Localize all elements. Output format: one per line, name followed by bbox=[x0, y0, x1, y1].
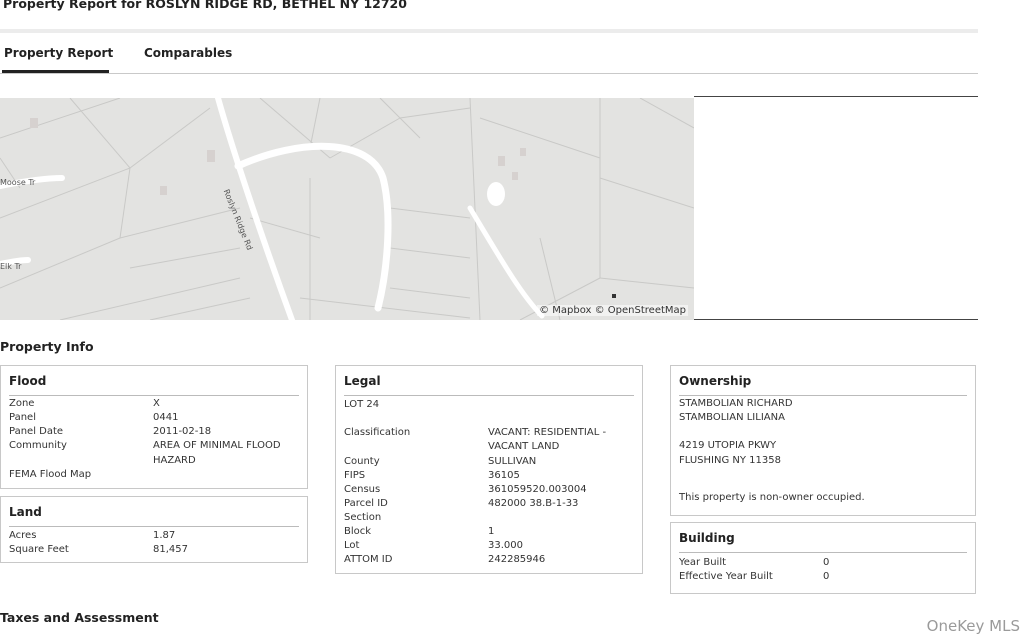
flood-zone-label: Zone bbox=[9, 398, 35, 409]
building-card: Building Year Built 0 Effective Year Bui… bbox=[670, 522, 976, 594]
tab-comparables[interactable]: Comparables bbox=[144, 46, 232, 60]
eff-year-built-label: Effective Year Built bbox=[679, 571, 773, 582]
legal-county-value: SULLIVAN bbox=[488, 456, 537, 467]
year-built-label: Year Built bbox=[679, 557, 727, 568]
legal-title: Legal bbox=[344, 374, 381, 388]
taxes-heading: Taxes and Assessment bbox=[0, 610, 159, 625]
owner-address-line1: 4219 UTOPIA PKWY bbox=[679, 440, 777, 451]
legal-census-label: Census bbox=[344, 484, 381, 495]
legal-block-value: 1 bbox=[488, 526, 495, 537]
legal-lot-value: 33.000 bbox=[488, 540, 523, 551]
legal-classification-label: Classification bbox=[344, 427, 411, 438]
building-title: Building bbox=[679, 531, 735, 545]
flood-card: Flood Zone X Panel 0441 Panel Date 2011-… bbox=[0, 365, 308, 489]
map-graphic bbox=[0, 98, 694, 320]
property-info-heading: Property Info bbox=[0, 339, 94, 354]
ownership-card: Ownership STAMBOLIAN RICHARD STAMBOLIAN … bbox=[670, 365, 976, 516]
legal-classification-value-line1: VACANT: RESIDENTIAL - bbox=[488, 427, 607, 438]
map-top-rule bbox=[694, 96, 978, 97]
legal-title-rule bbox=[344, 395, 634, 396]
legal-lot-label: Lot bbox=[344, 540, 360, 551]
legal-block-label: Block bbox=[344, 526, 372, 537]
owner-address-line2: FLUSHING NY 11358 bbox=[679, 455, 781, 466]
legal-fips-value: 36105 bbox=[488, 470, 520, 481]
road-label-elk: Elk Tr bbox=[0, 262, 22, 271]
ownership-title: Ownership bbox=[679, 374, 752, 388]
onekey-mls-watermark: OneKey MLS bbox=[926, 617, 1020, 635]
year-built-value: 0 bbox=[823, 557, 830, 568]
tab-property-report[interactable]: Property Report bbox=[4, 46, 113, 60]
header-divider bbox=[0, 29, 978, 33]
land-card: Land Acres 1.87 Square Feet 81,457 bbox=[0, 496, 308, 563]
road-label-moose: Moose Tr bbox=[0, 178, 36, 187]
legal-parcel-label: Parcel ID bbox=[344, 498, 388, 509]
owner-name-1: STAMBOLIAN RICHARD bbox=[679, 398, 793, 409]
land-sqft-value: 81,457 bbox=[153, 544, 188, 555]
flood-panel-date-label: Panel Date bbox=[9, 426, 64, 437]
ownership-title-rule bbox=[679, 395, 967, 396]
legal-census-value: 361059520.003004 bbox=[488, 484, 587, 495]
legal-classification-value-line2: VACANT LAND bbox=[488, 441, 560, 452]
page-title: Property Report for ROSLYN RIDGE RD, BET… bbox=[3, 0, 407, 11]
flood-panel-date-value: 2011-02-18 bbox=[153, 426, 212, 437]
land-acres-label: Acres bbox=[9, 530, 37, 541]
fema-flood-map-link[interactable]: FEMA Flood Map bbox=[9, 468, 91, 482]
land-sqft-label: Square Feet bbox=[9, 544, 69, 555]
flood-community-value-line2: HAZARD bbox=[153, 455, 196, 466]
legal-lot-desc: LOT 24 bbox=[344, 399, 380, 410]
flood-title: Flood bbox=[9, 374, 47, 388]
owner-name-2: STAMBOLIAN LILIANA bbox=[679, 412, 785, 423]
flood-panel-label: Panel bbox=[9, 412, 36, 423]
flood-title-rule bbox=[9, 395, 299, 396]
legal-parcel-value: 482000 38.B-1-33 bbox=[488, 498, 579, 509]
flood-community-label: Community bbox=[9, 440, 67, 451]
flood-zone-value: X bbox=[153, 398, 160, 409]
legal-section-label: Section bbox=[344, 512, 382, 523]
land-acres-value: 1.87 bbox=[153, 530, 176, 541]
legal-county-label: County bbox=[344, 456, 380, 467]
legal-attom-label: ATTOM ID bbox=[344, 554, 393, 565]
land-title-rule bbox=[9, 526, 299, 527]
land-title: Land bbox=[9, 505, 42, 519]
occupancy-note: This property is non-owner occupied. bbox=[679, 492, 865, 503]
eff-year-built-value: 0 bbox=[823, 571, 830, 582]
legal-fips-label: FIPS bbox=[344, 470, 366, 481]
flood-community-value-line1: AREA OF MINIMAL FLOOD bbox=[153, 440, 281, 451]
legal-card: Legal LOT 24 Classification VACANT: RESI… bbox=[335, 365, 643, 574]
building-title-rule bbox=[679, 552, 967, 553]
flood-panel-value: 0441 bbox=[153, 412, 179, 423]
map-bottom-rule bbox=[694, 319, 978, 320]
tab-divider bbox=[0, 73, 978, 74]
property-map[interactable]: Moose Tr Elk Tr Roslyn Ridge Rd © Mapbox… bbox=[0, 98, 694, 320]
map-attribution[interactable]: © Mapbox © OpenStreetMap bbox=[537, 305, 688, 316]
legal-attom-value: 242285946 bbox=[488, 554, 546, 565]
